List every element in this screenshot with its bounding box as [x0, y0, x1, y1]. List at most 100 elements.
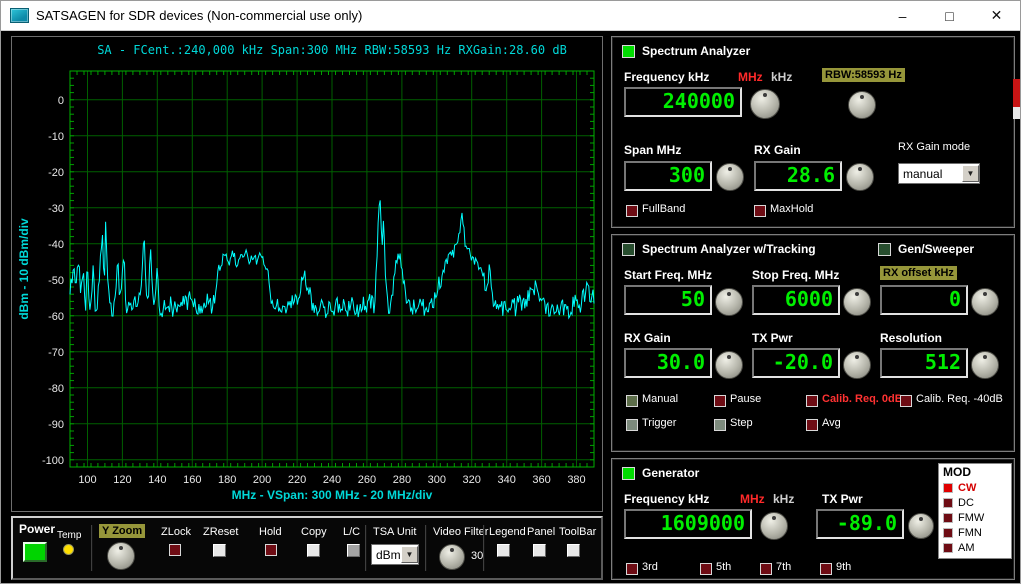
- gen-frequency-knob[interactable]: [760, 512, 788, 540]
- spectrum-analyzer-led[interactable]: [622, 45, 635, 58]
- mod-option-fmw[interactable]: FMW: [941, 510, 1009, 525]
- stop-freq-knob[interactable]: [843, 288, 871, 316]
- svg-text:-90: -90: [48, 419, 64, 431]
- frequency-display[interactable]: 240000: [624, 87, 742, 117]
- svg-text:-70: -70: [48, 347, 64, 359]
- chevron-down-icon[interactable]: ▼: [962, 165, 979, 182]
- harmonic-5th-checkbox[interactable]: [700, 563, 712, 575]
- manual-checkbox[interactable]: [626, 395, 638, 407]
- video-filter-value: 30: [471, 550, 483, 562]
- avg-checkbox[interactable]: [806, 419, 818, 431]
- svg-text:-50: -50: [48, 275, 64, 287]
- generator-led[interactable]: [622, 467, 635, 480]
- start-freq-display[interactable]: 50: [624, 285, 712, 315]
- rx-offset-knob[interactable]: [971, 288, 999, 316]
- mod-option-dc[interactable]: DC: [941, 495, 1009, 510]
- svg-text:MHz - VSpan: 300 MHz - 20 MHz/: MHz - VSpan: 300 MHz - 20 MHz/div: [232, 488, 433, 502]
- gen-tx-pwr-knob[interactable]: [908, 513, 934, 539]
- rx-gain-knob[interactable]: [846, 163, 874, 191]
- gen-sweeper-led[interactable]: [878, 243, 891, 256]
- tracking-rx-gain-knob[interactable]: [715, 351, 743, 379]
- rx-gain-label: RX Gain: [754, 143, 801, 157]
- main-area: 1001201401601802002202402602803003203403…: [1, 32, 1020, 583]
- legend-button[interactable]: [497, 544, 510, 557]
- mhz-unit-toggle[interactable]: MHz: [738, 70, 763, 84]
- harmonic-7th-checkbox[interactable]: [760, 563, 772, 575]
- toolbar-toggle-button[interactable]: [567, 544, 580, 557]
- mod-option-label: AM: [958, 542, 975, 554]
- mod-option-label: CW: [958, 482, 976, 494]
- pause-checkbox[interactable]: [714, 395, 726, 407]
- copy-label: Copy: [301, 526, 327, 538]
- gen-mhz-unit-toggle[interactable]: MHz: [740, 492, 765, 506]
- tracking-led[interactable]: [622, 243, 635, 256]
- gen-tx-pwr-display[interactable]: -89.0: [816, 509, 904, 539]
- right-edge-accent: [1013, 79, 1020, 107]
- lc-button[interactable]: [347, 544, 360, 557]
- mod-panel: MOD CW DC FMW FMN: [938, 463, 1012, 559]
- zlock-checkbox[interactable]: [169, 544, 181, 556]
- harmonic-3rd-checkbox[interactable]: [626, 563, 638, 575]
- gen-khz-unit-toggle[interactable]: kHz: [773, 492, 794, 506]
- start-freq-knob[interactable]: [715, 288, 743, 316]
- maximize-button[interactable]: □: [926, 1, 973, 30]
- gen-sweeper-label: Gen/Sweeper: [898, 242, 974, 256]
- tracking-rx-gain-display[interactable]: 30.0: [624, 348, 712, 378]
- cw-led: [943, 483, 953, 493]
- step-checkbox[interactable]: [714, 419, 726, 431]
- stop-freq-display[interactable]: 6000: [752, 285, 840, 315]
- rx-gain-mode-label: RX Gain mode: [898, 141, 970, 153]
- span-display[interactable]: 300: [624, 161, 712, 191]
- trigger-checkbox[interactable]: [626, 419, 638, 431]
- calib-0db-checkbox[interactable]: [806, 395, 818, 407]
- tracking-tx-pwr-display[interactable]: -20.0: [752, 348, 840, 378]
- am-led: [943, 543, 953, 553]
- rx-offset-display[interactable]: 0: [880, 285, 968, 315]
- fullband-checkbox[interactable]: [626, 205, 638, 217]
- rbw-knob[interactable]: [848, 91, 876, 119]
- lc-label: L/C: [343, 526, 360, 538]
- span-label: Span MHz: [624, 143, 681, 157]
- power-button[interactable]: [23, 542, 47, 562]
- manual-label: Manual: [642, 393, 678, 405]
- svg-text:240: 240: [323, 474, 341, 486]
- copy-button[interactable]: [307, 544, 320, 557]
- svg-text:-30: -30: [48, 203, 64, 215]
- mod-option-am[interactable]: AM: [941, 540, 1009, 555]
- toolbar-toggle-label: ToolBar: [559, 526, 596, 538]
- span-knob[interactable]: [716, 163, 744, 191]
- fullband-label: FullBand: [642, 203, 685, 215]
- rx-gain-mode-select[interactable]: manual ▼: [898, 163, 980, 184]
- y-zoom-label: Y Zoom: [99, 524, 145, 538]
- resolution-knob[interactable]: [971, 351, 999, 379]
- minimize-button[interactable]: –: [879, 1, 926, 30]
- tsa-unit-select[interactable]: dBm ▼: [371, 544, 419, 565]
- rx-offset-label: RX offset kHz: [880, 266, 957, 280]
- mod-option-cw[interactable]: CW: [941, 480, 1009, 495]
- svg-text:-60: -60: [48, 311, 64, 323]
- tracking-tx-pwr-knob[interactable]: [843, 351, 871, 379]
- control-column: Spectrum Analyzer Frequency kHz MHz kHz …: [611, 36, 1015, 584]
- khz-unit-toggle[interactable]: kHz: [771, 70, 792, 84]
- rx-gain-display[interactable]: 28.6: [754, 161, 842, 191]
- harmonic-9th-checkbox[interactable]: [820, 563, 832, 575]
- hold-checkbox[interactable]: [265, 544, 277, 556]
- resolution-display[interactable]: 512: [880, 348, 968, 378]
- spectrum-chart: 1001201401601802002202402602803003203403…: [12, 37, 602, 511]
- chevron-down-icon[interactable]: ▼: [401, 546, 418, 563]
- frequency-knob[interactable]: [750, 89, 780, 119]
- fmn-led: [943, 528, 953, 538]
- temp-led: [63, 544, 74, 555]
- video-filter-knob[interactable]: [439, 544, 465, 570]
- svg-text:340: 340: [498, 474, 516, 486]
- calib-40db-checkbox[interactable]: [900, 395, 912, 407]
- zreset-button[interactable]: [213, 544, 226, 557]
- gen-frequency-display[interactable]: 1609000: [624, 509, 752, 539]
- toolbar-separator: [91, 525, 93, 571]
- maxhold-checkbox[interactable]: [754, 205, 766, 217]
- mod-option-fmn[interactable]: FMN: [941, 525, 1009, 540]
- panel-button[interactable]: [533, 544, 546, 557]
- close-button[interactable]: ✕: [973, 1, 1020, 30]
- y-zoom-knob[interactable]: [107, 542, 135, 570]
- svg-text:-80: -80: [48, 383, 64, 395]
